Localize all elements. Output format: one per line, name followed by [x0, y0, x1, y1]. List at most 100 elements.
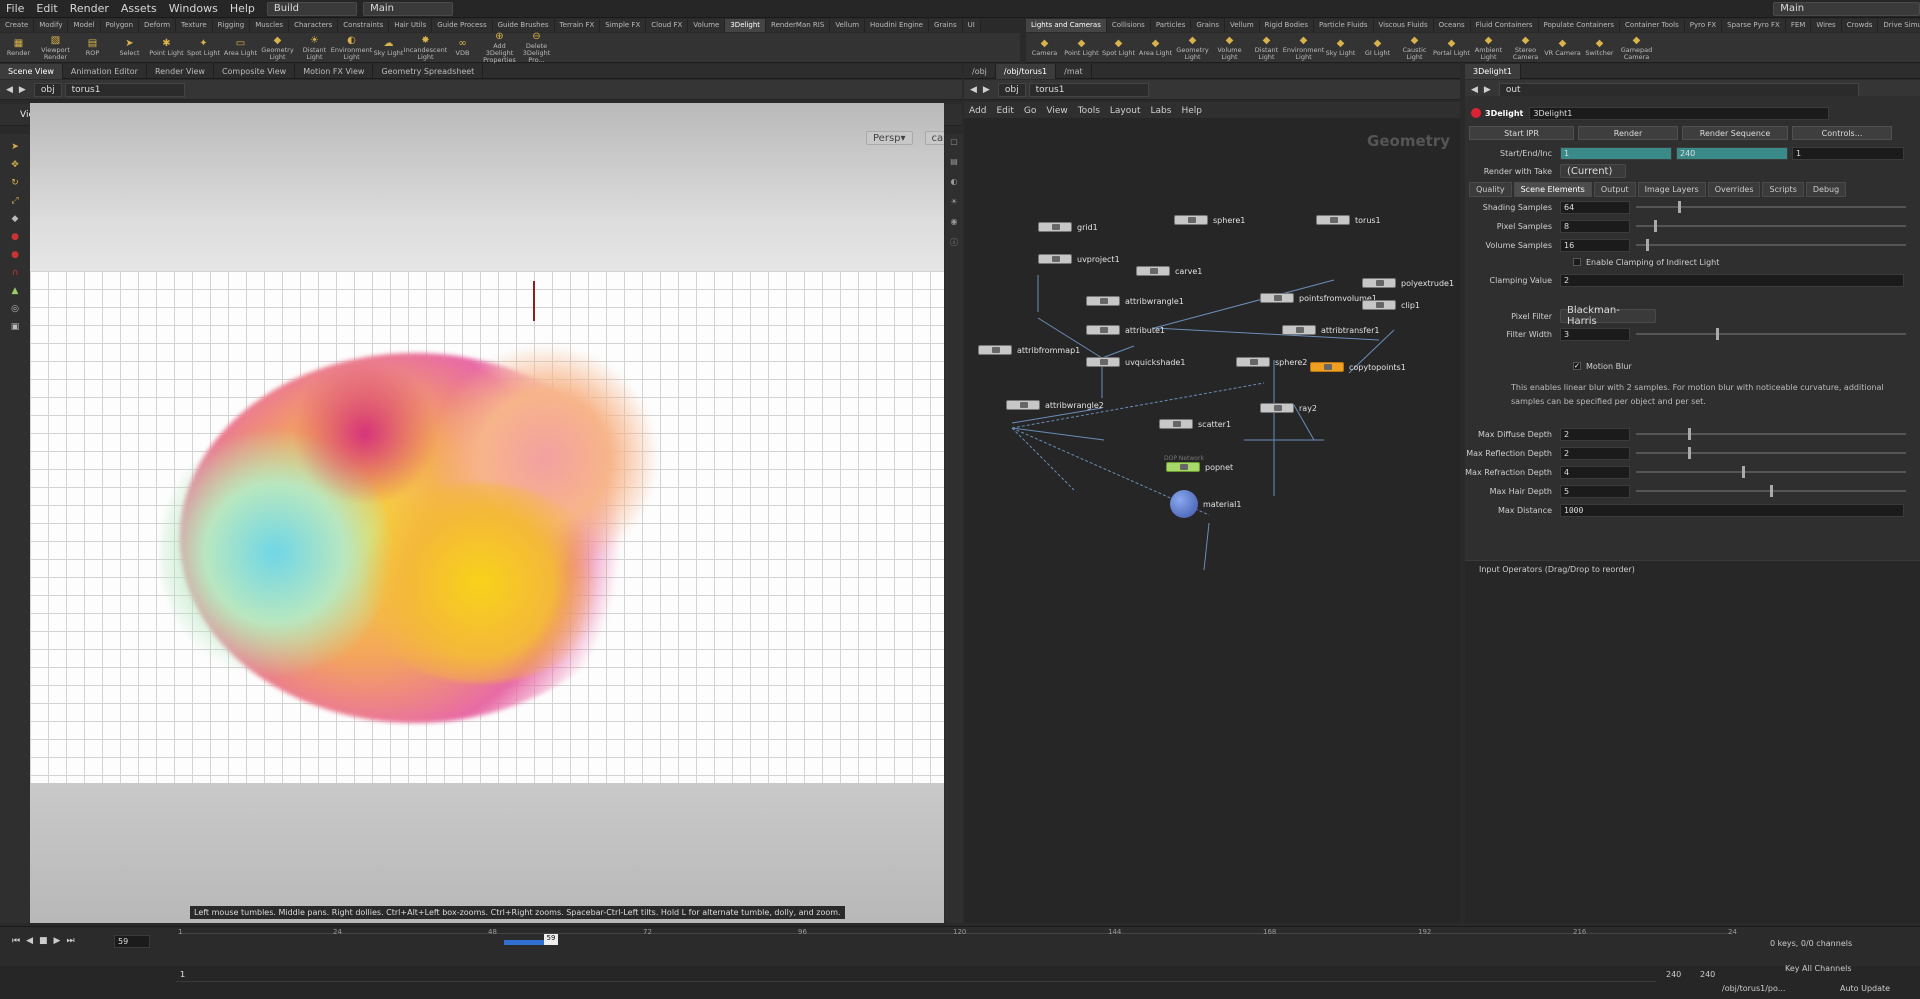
volume-samples-field[interactable]: 16: [1560, 238, 1630, 252]
shelf-tab-14[interactable]: Simple FX: [600, 19, 647, 32]
pixel-filter-dropdown[interactable]: Blackman-Harris: [1560, 305, 1656, 327]
shelf-tool-right-5[interactable]: ◆ Volume Light: [1211, 35, 1248, 61]
brush-tool-icon[interactable]: ●: [6, 248, 24, 262]
current-frame-field[interactable]: 59: [114, 935, 150, 948]
network-menu-6[interactable]: Labs: [1146, 106, 1177, 116]
shelf-tab-21[interactable]: Grains: [929, 19, 963, 32]
rotate-tool-icon[interactable]: ↻: [6, 176, 24, 190]
range-slider[interactable]: 1 240: [176, 968, 1681, 982]
shelf-tool-right-15[interactable]: ◆ Switcher: [1581, 38, 1618, 57]
view-tool-icon[interactable]: ◎: [6, 302, 24, 316]
shading-samples-slider[interactable]: [1636, 201, 1906, 213]
timeline-cursor[interactable]: 59: [544, 934, 558, 945]
shelf-tab-19[interactable]: Vellum: [830, 19, 866, 32]
filter-width-field[interactable]: 3: [1560, 327, 1630, 341]
shading-samples-field[interactable]: 64: [1560, 200, 1630, 214]
network-dropdown[interactable]: Main: [363, 1, 454, 16]
pixel-samples-slider[interactable]: [1636, 220, 1906, 232]
shelf-tab-right-8[interactable]: Oceans: [1434, 19, 1471, 32]
node-carve1[interactable]: carve1: [1136, 266, 1202, 276]
shelf-tab-15[interactable]: Cloud FX: [646, 19, 689, 32]
stop-icon[interactable]: ■: [39, 936, 48, 946]
shelf-tool-right-13[interactable]: ◆ Stereo Camera: [1507, 35, 1544, 61]
shelf-tab-right-14[interactable]: FEM: [1786, 19, 1812, 32]
path-node[interactable]: torus1: [64, 82, 185, 97]
max-diffuse-slider[interactable]: [1636, 428, 1906, 440]
volume-samples-slider[interactable]: [1636, 239, 1906, 251]
shelf-tab-8[interactable]: Characters: [289, 19, 339, 32]
shelf-tab-7[interactable]: Muscles: [250, 19, 290, 32]
clamp-value-field[interactable]: 2: [1560, 273, 1904, 287]
node-grid1[interactable]: grid1: [1038, 222, 1098, 232]
shelf-tool-4[interactable]: ✱ Point Light: [148, 38, 185, 57]
shelf-tab-right-11[interactable]: Container Tools: [1620, 19, 1685, 32]
persp-dropdown[interactable]: Persp ▾: [866, 131, 913, 145]
select-tool-icon[interactable]: ➤: [6, 140, 24, 154]
clamp-indirect-checkbox[interactable]: [1573, 258, 1581, 266]
net-path-root[interactable]: obj: [997, 82, 1026, 97]
shelf-tool-right-16[interactable]: ◆ Gamepad Camera: [1618, 35, 1655, 61]
params-path[interactable]: out: [1498, 82, 1859, 97]
node-uvquickshade1[interactable]: uvquickshade1: [1086, 357, 1185, 367]
node-scatter1[interactable]: scatter1: [1159, 419, 1231, 429]
shelf-tab-right-13[interactable]: Sparse Pyro FX: [1722, 19, 1786, 32]
shelf-tab-right-2[interactable]: Particles: [1151, 19, 1192, 32]
key-all-channels[interactable]: Key All Channels: [1785, 964, 1852, 973]
shelf-tool-right-9[interactable]: ◆ GI Light: [1359, 38, 1396, 57]
snap-tool-icon[interactable]: ▲: [6, 284, 24, 298]
menu-file[interactable]: File: [0, 2, 30, 15]
start-field[interactable]: 1: [1560, 146, 1672, 160]
left-tab-4[interactable]: Motion FX View: [295, 63, 374, 79]
input-operators-panel[interactable]: Input Operators (Drag/Drop to reorder): [1465, 560, 1920, 923]
shelf-tab-17[interactable]: 3Delight: [725, 19, 767, 32]
left-tab-3[interactable]: Composite View: [214, 63, 296, 79]
shelf-tab-right-4[interactable]: Vellum: [1225, 19, 1260, 32]
display-options-icon[interactable]: ▢: [947, 137, 961, 151]
shelf-tab-2[interactable]: Model: [68, 19, 101, 32]
shelf-tab-right-1[interactable]: Collisions: [1107, 19, 1151, 32]
params-tab[interactable]: 3Delight1: [1465, 63, 1521, 79]
shelf-tool-2[interactable]: ▤ ROP: [74, 38, 111, 57]
shelf-tab-18[interactable]: RenderMan RIS: [766, 19, 831, 32]
max-refraction-slider[interactable]: [1636, 466, 1906, 478]
shelf-tool-7[interactable]: ◆ Geometry Light: [259, 35, 296, 61]
shelf-tool-1[interactable]: ▧ Viewport Render: [37, 35, 74, 61]
path-root[interactable]: obj: [33, 82, 62, 97]
menu-assets[interactable]: Assets: [115, 2, 163, 15]
node-name-field[interactable]: 3Delight1: [1529, 106, 1830, 120]
play-icon[interactable]: ▶: [54, 936, 61, 946]
param-tab-2[interactable]: Output: [1593, 182, 1636, 197]
node-pointsfromvolume1[interactable]: pointsfromvolume1: [1260, 293, 1377, 303]
max-reflection-field[interactable]: 2: [1560, 446, 1630, 460]
shelf-tool-right-4[interactable]: ◆ Geometry Light: [1174, 35, 1211, 61]
shelf-tab-right-0[interactable]: Lights and Cameras: [1026, 19, 1107, 32]
menu-render[interactable]: Render: [64, 2, 115, 15]
auto-update[interactable]: Auto Update: [1840, 984, 1890, 993]
node-attribwrangle1[interactable]: attribwrangle1: [1086, 296, 1184, 306]
node-uvproject1[interactable]: uvproject1: [1038, 254, 1120, 264]
node-ray2[interactable]: ray2: [1260, 403, 1317, 413]
shelf-tab-right-17[interactable]: Drive Simulation: [1878, 19, 1920, 32]
shelf-tool-right-3[interactable]: ◆ Area Light: [1137, 38, 1174, 57]
camera-tool-icon[interactable]: ▣: [6, 320, 24, 334]
menu-help[interactable]: Help: [224, 2, 261, 15]
first-frame-icon[interactable]: ⏮: [12, 936, 20, 946]
node-polyextrude1[interactable]: polyextrude1: [1362, 278, 1454, 288]
node-clip1[interactable]: clip1: [1362, 300, 1420, 310]
network-editor[interactable]: Geometry grid1 sphere1 torus1 uvproject1…: [964, 118, 1460, 923]
net-forward-arrow-icon[interactable]: ▶: [983, 85, 990, 95]
camera-dropdown[interactable]: cam3 ▾: [924, 131, 944, 145]
shelf-tab-right-12[interactable]: Pyro FX: [1685, 19, 1723, 32]
3d-viewport[interactable]: Persp ▾ cam3 ▾ Left mouse tumbles. Middl…: [30, 103, 944, 923]
pixel-samples-field[interactable]: 8: [1560, 219, 1630, 233]
menu-windows[interactable]: Windows: [163, 2, 224, 15]
shelf-tool-8[interactable]: ☀ Distant Light: [296, 35, 333, 61]
node-attribute1[interactable]: attribute1: [1086, 325, 1165, 335]
menu-edit[interactable]: Edit: [30, 2, 63, 15]
forward-arrow-icon[interactable]: ▶: [19, 85, 26, 95]
play-reverse-icon[interactable]: ◀: [26, 936, 33, 946]
node-torus1[interactable]: torus1: [1316, 215, 1381, 225]
snapshot-icon[interactable]: ◉: [947, 217, 961, 231]
shelf-tab-right-9[interactable]: Fluid Containers: [1471, 19, 1539, 32]
shelf-tab-6[interactable]: Rigging: [213, 19, 251, 32]
